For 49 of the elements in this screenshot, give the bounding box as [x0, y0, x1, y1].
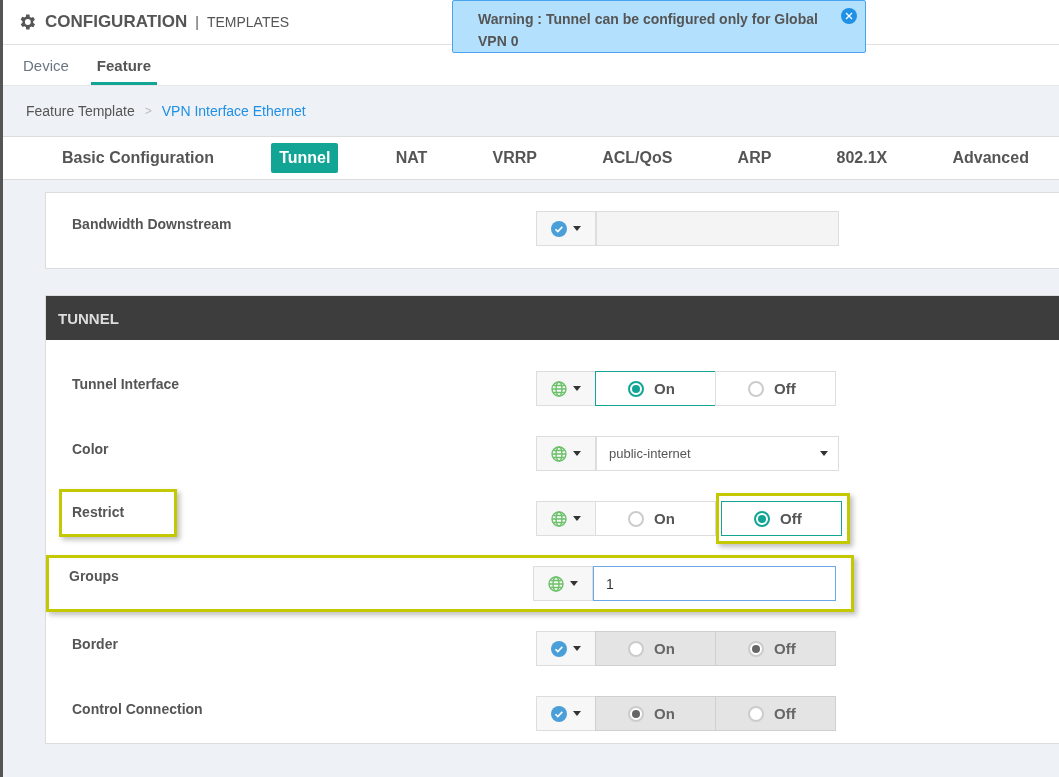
scope-selector[interactable]	[533, 566, 593, 601]
section-tab[interactable]: ACL/QoS	[594, 143, 681, 173]
close-icon	[845, 12, 853, 20]
caret-icon	[570, 581, 578, 586]
input-field[interactable]: 1	[593, 566, 836, 601]
field-label: Border	[71, 635, 119, 654]
section-tab[interactable]: Advanced	[944, 143, 1037, 173]
section-header: TUNNEL	[46, 296, 1059, 340]
globe-icon	[551, 380, 567, 397]
section-tab[interactable]: 802.1X	[828, 143, 896, 173]
radio-option[interactable]: Off	[721, 501, 842, 536]
section-tab[interactable]: VRRP	[484, 143, 545, 173]
title-separator: |	[195, 14, 199, 30]
field-label: Tunnel Interface	[71, 375, 181, 394]
caret-icon	[573, 226, 581, 231]
section-tab[interactable]: ARP	[729, 143, 780, 173]
color-dropdown[interactable]: public-internet	[596, 436, 839, 471]
caret-icon	[820, 451, 828, 456]
section-tab[interactable]: NAT	[387, 143, 436, 173]
field-label: Control Connection	[71, 700, 204, 719]
radio-option[interactable]: On	[595, 501, 716, 536]
warning-message: Warning : Tunnel can be configured only for Global VPN 0	[478, 10, 819, 51]
scope-selector[interactable]	[536, 501, 596, 536]
tab[interactable]: Device	[17, 57, 75, 85]
field-label: Groups	[68, 567, 120, 586]
caret-icon	[573, 451, 581, 456]
field-label: Color	[71, 440, 110, 459]
globe-icon	[551, 510, 567, 527]
breadcrumb-separator: >	[144, 104, 152, 118]
caret-icon	[573, 711, 581, 716]
globe-icon	[548, 575, 564, 592]
page-subtitle: TEMPLATES	[206, 14, 290, 30]
page-title: CONFIGURATION	[45, 12, 188, 32]
caret-icon	[573, 646, 581, 651]
close-button[interactable]	[841, 8, 857, 24]
radio-option[interactable]: Off	[715, 371, 836, 406]
check-circle-icon	[551, 705, 567, 722]
caret-icon	[573, 386, 581, 391]
field-label: Bandwidth Downstream	[71, 215, 233, 234]
check-circle-icon	[551, 640, 567, 657]
check-circle-icon	[551, 220, 567, 237]
radio-option[interactable]: On	[595, 371, 716, 406]
section-tab[interactable]: Basic Configuration	[54, 143, 222, 173]
breadcrumb-item: Feature Template	[26, 103, 135, 119]
scope-selector[interactable]	[536, 371, 596, 406]
field-label: Restrict	[59, 489, 178, 537]
caret-icon	[573, 516, 581, 521]
globe-icon	[551, 445, 567, 462]
scope-selector[interactable]	[536, 436, 596, 471]
